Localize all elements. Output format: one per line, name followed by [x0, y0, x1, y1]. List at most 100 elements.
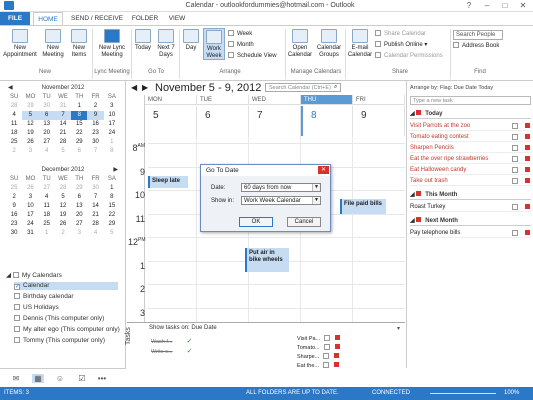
mini-calendar-day[interactable]: 25 — [6, 184, 22, 193]
mini-calendar-day[interactable]: 17 — [104, 120, 120, 129]
calendar-list-item[interactable]: Dennis (This computer only) — [14, 315, 104, 322]
calendar-list-item[interactable]: Birthday calendar — [14, 293, 74, 300]
schedule-view-button[interactable]: Schedule View — [228, 52, 277, 61]
flag-icon[interactable] — [525, 204, 530, 209]
day-header[interactable]: FRI — [353, 95, 405, 105]
mini-calendar-day[interactable]: 19 — [55, 211, 71, 220]
day-number[interactable]: 6 — [197, 106, 249, 136]
mini-calendar-day[interactable]: 9 — [6, 202, 22, 211]
new-lync-meeting-button[interactable]: New Lync Meeting — [94, 29, 130, 59]
mini-calendar-day[interactable]: 6 — [71, 147, 87, 156]
calendar-list-item[interactable]: Tommy (This computer only) — [14, 337, 105, 344]
day-view-button[interactable]: Day — [181, 29, 201, 52]
day-number[interactable]: 5 — [145, 106, 197, 136]
mini-calendar-day[interactable]: 18 — [6, 129, 22, 138]
today-button[interactable]: Today — [133, 29, 153, 52]
mini-calendar-day[interactable]: 26 — [22, 138, 38, 147]
next-7-days-button[interactable]: Next 7 Days — [155, 29, 177, 59]
mini-calendar-day[interactable]: 30 — [39, 102, 55, 111]
prev-week-icon[interactable]: ◀ — [131, 83, 137, 92]
mini-calendar-day[interactable]: 19 — [22, 129, 38, 138]
new-items-button[interactable]: New Items — [68, 29, 90, 59]
mini-calendar-day[interactable]: 2 — [6, 147, 22, 156]
todo-item[interactable]: Visit Parrots at the zoo — [410, 121, 531, 131]
calendar-checkbox[interactable] — [14, 315, 20, 321]
day-number[interactable]: 7 — [249, 106, 301, 136]
mini-calendar-day[interactable]: 29 — [104, 220, 120, 229]
flag-icon[interactable] — [525, 230, 530, 235]
mini-calendar-day[interactable]: 3 — [22, 193, 38, 202]
tab-home[interactable]: HOME — [33, 12, 63, 26]
mini-calendar-day[interactable]: 13 — [71, 202, 87, 211]
chevron-down-icon[interactable]: ▼ — [312, 184, 320, 191]
todo-item[interactable]: Pay telephone bills — [410, 228, 531, 238]
day-header[interactable]: MON — [145, 95, 197, 105]
mini-calendar-day[interactable]: 1 — [39, 229, 55, 238]
mini-calendar-day[interactable]: 28 — [6, 102, 22, 111]
mini-calendar-day[interactable]: 8 — [104, 147, 120, 156]
mini-calendar-day[interactable]: 12 — [55, 202, 71, 211]
tab-folder[interactable]: FOLDER — [128, 12, 162, 26]
mini-calendar-day[interactable]: 2 — [87, 102, 103, 111]
mini-calendar-day[interactable]: 7 — [87, 147, 103, 156]
open-calendar-button[interactable]: Open Calendar — [287, 29, 313, 59]
more-icon[interactable]: ••• — [96, 374, 108, 383]
calendar-groups-button[interactable]: Calendar Groups — [315, 29, 343, 59]
mini-calendar-day[interactable]: 11 — [6, 120, 22, 129]
mini-calendar-day[interactable]: 3 — [71, 229, 87, 238]
mini-calendar-day[interactable]: 27 — [39, 184, 55, 193]
mini-calendar-day[interactable]: 4 — [39, 147, 55, 156]
todo-checkbox[interactable] — [512, 178, 518, 184]
appointment-put-air-bike[interactable]: Put air in bike wheels — [245, 248, 289, 272]
mini-calendar-day[interactable]: 24 — [22, 220, 38, 229]
todo-item[interactable]: Tomato eating contest — [410, 132, 531, 142]
todo-item[interactable]: Take out trash — [410, 176, 531, 186]
mini-calendar-day[interactable]: 16 — [87, 120, 103, 129]
task-checkbox[interactable] — [324, 335, 331, 341]
task-checkbox[interactable] — [323, 353, 330, 359]
todo-checkbox[interactable] — [512, 134, 518, 140]
flag-icon[interactable] — [525, 167, 530, 172]
mini-calendar-day[interactable]: 6 — [71, 193, 87, 202]
todo-item[interactable]: Eat Halloween candy — [410, 165, 531, 175]
tasks-header-chevron-icon[interactable]: ▾ — [397, 325, 400, 332]
mini-calendar-day[interactable]: 22 — [71, 129, 87, 138]
cancel-button[interactable]: Cancel — [287, 217, 321, 227]
mini-calendar-day[interactable]: 13 — [39, 120, 55, 129]
appointment-sleep-late[interactable]: Sleep late — [148, 176, 188, 188]
mini-calendar-day[interactable]: 24 — [104, 129, 120, 138]
mini-calendar-day[interactable]: 23 — [6, 220, 22, 229]
task-item[interactable]: Eat the... — [297, 362, 340, 369]
day-header[interactable]: TUE — [197, 95, 249, 105]
tasks-icon[interactable]: ☑ — [76, 374, 88, 383]
mini-calendar-day[interactable]: 14 — [87, 202, 103, 211]
new-meeting-button[interactable]: New Meeting — [40, 29, 66, 59]
mini-calendar-day[interactable]: 7 — [87, 193, 103, 202]
flag-icon[interactable] — [335, 335, 341, 340]
day-header[interactable]: THU — [301, 95, 353, 105]
mini-calendar-day[interactable]: 12 — [22, 120, 38, 129]
calendar-nav-icon[interactable]: ▦ — [32, 374, 44, 383]
mini-calendar-day[interactable]: 14 — [55, 120, 71, 129]
task-item[interactable]: Visit Pa... — [297, 335, 341, 342]
chevron-down-icon[interactable]: ▼ — [312, 197, 320, 204]
new-appointment-button[interactable]: New Appointment — [2, 29, 38, 59]
mini-calendar-day[interactable]: 11 — [39, 202, 55, 211]
task-checkbox[interactable] — [323, 362, 330, 368]
help-icon[interactable]: ? — [461, 0, 477, 12]
todo-checkbox[interactable] — [512, 145, 518, 151]
mini-calendar-day[interactable]: 2 — [55, 229, 71, 238]
calendar-checkbox[interactable] — [14, 326, 20, 332]
maximize-button[interactable]: □ — [497, 0, 513, 12]
mini-calendar-day[interactable]: 15 — [71, 120, 87, 129]
zoom-slider[interactable] — [430, 393, 496, 394]
mini-calendar-day[interactable]: 15 — [104, 202, 120, 211]
todo-checkbox[interactable] — [512, 204, 518, 210]
todo-group-header[interactable]: ◢ Today — [410, 109, 531, 119]
calendar-permissions-button[interactable]: Calendar Permissions — [375, 52, 443, 61]
checkmark-icon[interactable]: ✓ — [187, 348, 193, 355]
day-number[interactable]: 8 — [301, 106, 353, 136]
mini-calendar-day[interactable]: 20 — [71, 211, 87, 220]
task-item[interactable]: Sharpe... — [297, 353, 340, 360]
dialog-close-button[interactable]: ✕ — [318, 166, 329, 174]
